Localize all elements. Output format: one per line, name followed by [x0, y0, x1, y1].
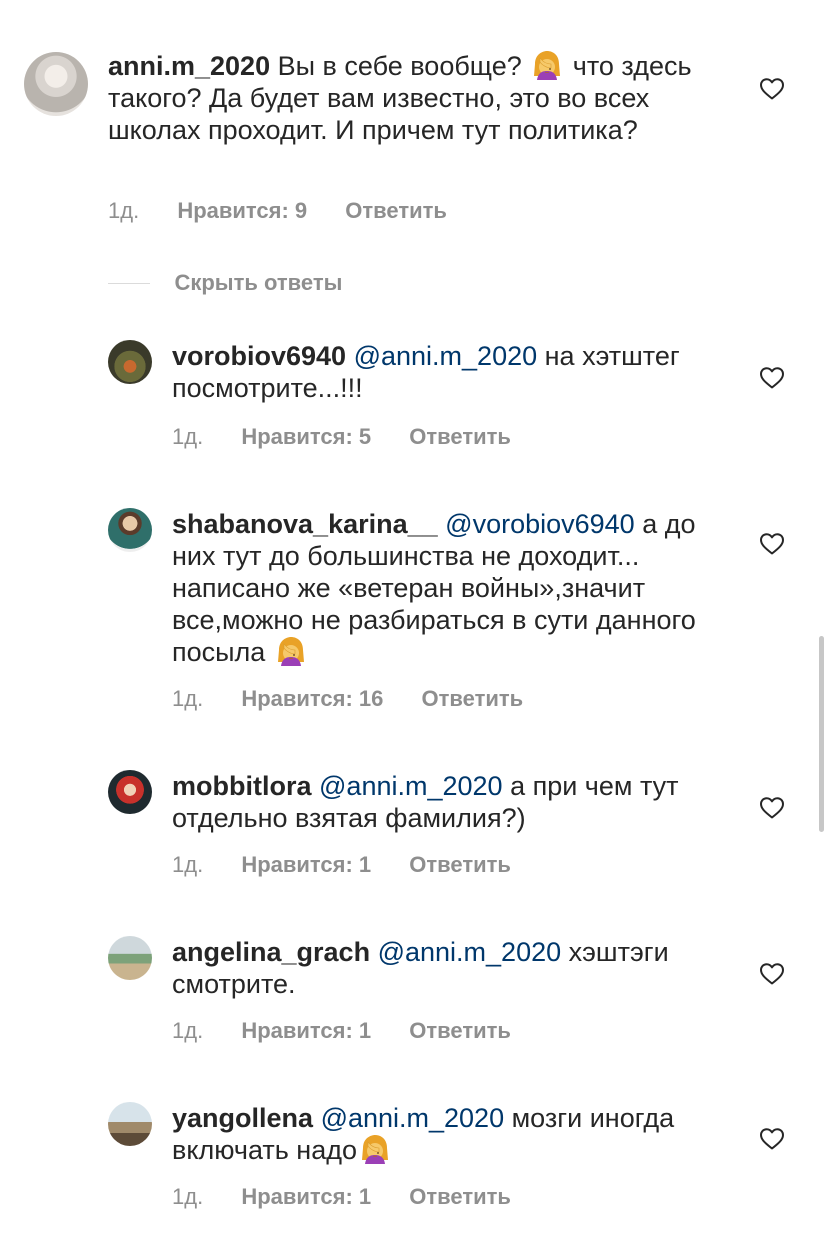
comment-username[interactable]: anni.m_2020 [108, 51, 270, 81]
reply-username[interactable]: shabanova_karina__ [172, 509, 438, 539]
avatar[interactable] [108, 340, 152, 384]
reply-text: vorobiov6940 @anni.m_2020 на хэтштег пос… [172, 340, 742, 404]
reply-button[interactable]: Ответить [409, 424, 511, 449]
reply-username[interactable]: mobbitlora [172, 771, 312, 801]
likes-count[interactable]: Нравится: 9 [177, 198, 307, 223]
likes-count[interactable]: Нравится: 1 [241, 1184, 371, 1209]
reply-text: angelina_grach @anni.m_2020 хэштэги смот… [172, 936, 732, 1000]
reply-username[interactable]: vorobiov6940 [172, 341, 346, 371]
reply-text: mobbitlora @anni.m_2020 а при чем тут от… [172, 770, 732, 834]
reply-time: 1д. [172, 686, 204, 711]
reply-username[interactable]: angelina_grach [172, 937, 370, 967]
heart-icon[interactable] [759, 1127, 785, 1151]
avatar[interactable] [24, 52, 88, 116]
likes-count[interactable]: Нравится: 1 [241, 852, 371, 877]
mention-link[interactable]: @anni.m_2020 [321, 1103, 505, 1133]
comment-text-part: Вы в себе вообще? [277, 51, 522, 81]
likes-count[interactable]: Нравится: 1 [241, 1018, 371, 1043]
comment-meta: 1д. Нравится: 9 Ответить [108, 198, 447, 224]
reply-button[interactable]: Ответить [409, 1184, 511, 1209]
reply-time: 1д. [172, 424, 204, 449]
reply-meta: 1д. Нравится: 16 Ответить [172, 686, 523, 712]
heart-icon[interactable] [759, 366, 785, 390]
heart-icon[interactable] [759, 962, 785, 986]
avatar[interactable] [108, 508, 152, 552]
avatar[interactable] [108, 936, 152, 980]
reply-text: yangollena @anni.m_2020 мозги иногда вкл… [172, 1102, 732, 1166]
mention-link[interactable]: @anni.m_2020 [354, 341, 538, 371]
reply-meta: 1д. Нравится: 1 Ответить [172, 1018, 511, 1044]
comment-time: 1д. [108, 198, 140, 223]
reply-meta: 1д. Нравится: 5 Ответить [172, 424, 511, 450]
likes-count[interactable]: Нравится: 5 [241, 424, 371, 449]
hide-replies-button[interactable]: Скрыть ответы [108, 270, 342, 296]
heart-icon[interactable] [759, 77, 785, 101]
reply-button[interactable]: Ответить [422, 686, 524, 711]
reply-button[interactable]: Ответить [345, 198, 447, 223]
mention-link[interactable]: @anni.m_2020 [319, 771, 503, 801]
avatar[interactable] [108, 770, 152, 814]
divider [108, 282, 150, 284]
reply-time: 1д. [172, 852, 204, 877]
woman-facepalming-icon [359, 1134, 391, 1164]
reply-time: 1д. [172, 1184, 204, 1209]
reply-button[interactable]: Ответить [409, 1018, 511, 1043]
woman-facepalming-icon [531, 50, 563, 80]
avatar[interactable] [108, 1102, 152, 1146]
reply-meta: 1д. Нравится: 1 Ответить [172, 852, 511, 878]
woman-facepalming-icon [275, 636, 307, 666]
comment-text: anni.m_2020 Вы в себе вообще? что здесь … [108, 50, 728, 146]
mention-link[interactable]: @anni.m_2020 [378, 937, 562, 967]
mention-link[interactable]: @vorobiov6940 [445, 509, 635, 539]
reply-meta: 1д. Нравится: 1 Ответить [172, 1184, 511, 1210]
heart-icon[interactable] [759, 532, 785, 556]
likes-count[interactable]: Нравится: 16 [241, 686, 383, 711]
reply-text: shabanova_karina__ @vorobiov6940 а до ни… [172, 508, 738, 668]
reply-username[interactable]: yangollena [172, 1103, 313, 1133]
hide-replies-label: Скрыть ответы [174, 270, 343, 295]
reply-time: 1д. [172, 1018, 204, 1043]
scrollbar[interactable] [819, 636, 824, 832]
heart-icon[interactable] [759, 796, 785, 820]
reply-button[interactable]: Ответить [409, 852, 511, 877]
